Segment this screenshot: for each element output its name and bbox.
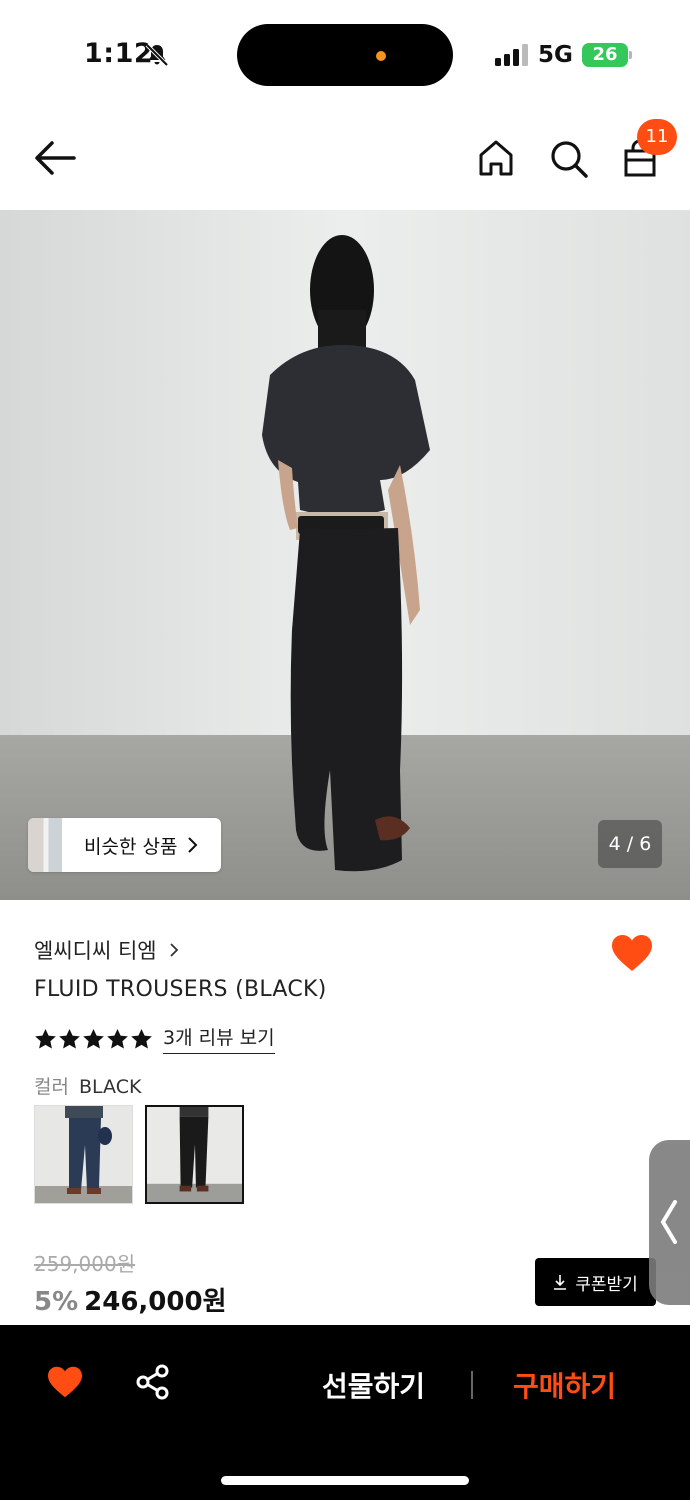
back-arrow-icon[interactable] <box>32 138 78 178</box>
color-value: BLACK <box>78 1076 142 1098</box>
sale-price: 246,000원 <box>84 1287 227 1317</box>
brand-name: 엘씨디씨 티엠 <box>34 939 157 963</box>
top-nav <box>0 110 690 210</box>
rating-row: 3개 리뷰 보기 <box>34 1023 275 1054</box>
network-type: 5G <box>538 42 573 68</box>
star-icon <box>131 1028 152 1048</box>
star-rating <box>34 1028 153 1050</box>
review-link[interactable]: 3개 리뷰 보기 <box>163 1023 275 1054</box>
product-photo-illustration <box>0 210 690 900</box>
similar-products-button[interactable]: 비슷한 상품 <box>28 818 221 872</box>
home-icon[interactable] <box>474 136 518 180</box>
chevron-left-icon <box>660 1200 677 1244</box>
home-indicator[interactable] <box>221 1476 469 1485</box>
status-bar: 1:12 5G 26 <box>0 0 690 110</box>
brand-link[interactable]: 엘씨디씨 티엠 <box>34 935 179 965</box>
bell-muted-icon <box>145 43 169 67</box>
divider <box>471 1371 473 1399</box>
original-price: 259,000원 <box>34 1252 136 1276</box>
battery-icon: 26 <box>582 43 628 67</box>
gift-button[interactable]: 선물하기 <box>322 1365 425 1405</box>
cart-count-badge: 11 <box>637 119 677 155</box>
color-option-row: 컬러 BLACK <box>34 1072 141 1099</box>
star-icon <box>59 1028 80 1048</box>
bottom-action-bar: 선물하기 구매하기 <box>0 1325 690 1500</box>
chevron-right-icon <box>169 943 178 957</box>
discount-rate: 5% <box>34 1287 79 1317</box>
product-title: FLUID TROUSERS (BLACK) <box>34 977 327 1002</box>
star-icon <box>35 1028 56 1048</box>
color-swatch-black[interactable] <box>145 1105 244 1204</box>
battery-level: 26 <box>592 44 618 65</box>
share-icon[interactable] <box>135 1364 171 1400</box>
coupon-button[interactable]: 쿠폰받기 <box>535 1258 656 1306</box>
search-icon[interactable] <box>546 136 590 180</box>
color-swatch-navy[interactable] <box>34 1105 133 1204</box>
cellular-signal-icon <box>495 44 528 66</box>
wishlist-heart-icon[interactable] <box>46 1365 84 1399</box>
star-icon <box>107 1028 128 1048</box>
image-counter: 4 / 6 <box>598 820 662 868</box>
similar-products-thumbnail <box>28 818 62 872</box>
battery-cap <box>629 51 632 59</box>
dynamic-island <box>237 24 453 86</box>
coupon-label: 쿠폰받기 <box>575 1274 638 1295</box>
color-label: 컬러 <box>34 1076 69 1098</box>
status-time: 1:12 <box>84 38 154 69</box>
side-drawer-handle[interactable] <box>649 1140 690 1305</box>
product-image[interactable] <box>0 210 690 900</box>
wishlist-heart-icon[interactable] <box>610 933 654 973</box>
price-row: 5% 246,000원 <box>34 1281 227 1318</box>
buy-button[interactable]: 구매하기 <box>513 1365 616 1405</box>
similar-products-label: 비슷한 상품 <box>84 835 178 858</box>
star-icon <box>83 1028 104 1048</box>
download-icon <box>554 1275 567 1290</box>
chevron-right-icon <box>188 837 198 853</box>
